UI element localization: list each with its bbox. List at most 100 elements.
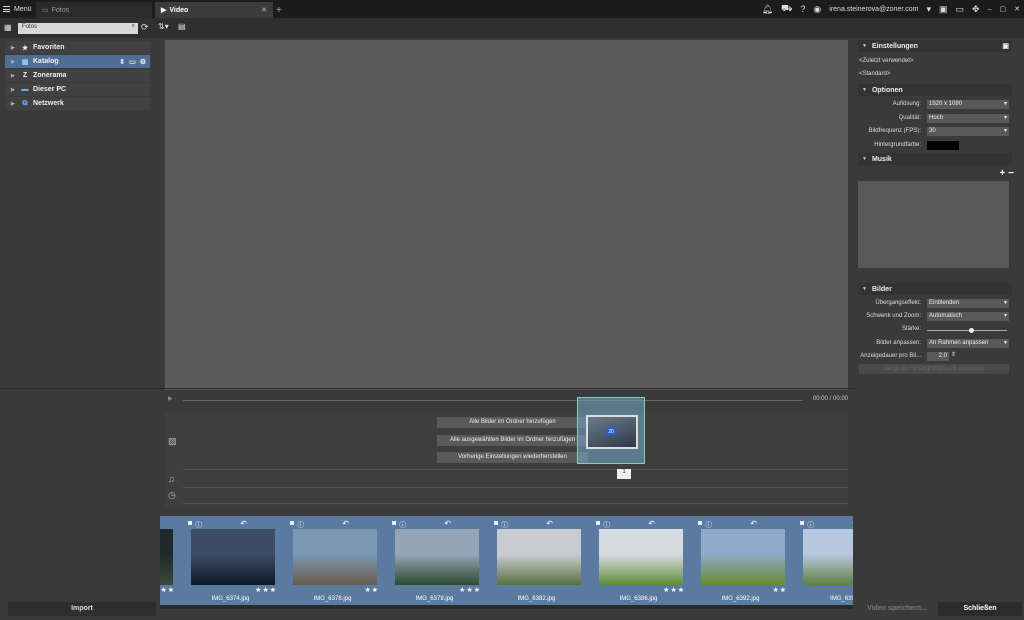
- maximize-button[interactable]: ▢: [1000, 5, 1007, 13]
- preset-recent[interactable]: <Zuletzt verwendet>: [859, 58, 913, 64]
- section-einstellungen[interactable]: ▼ Einstellungen ▣: [858, 40, 1012, 52]
- film-item[interactable]: ◙ ⓘ ↶ ★★★ IMG_6374.jpg: [180, 516, 281, 605]
- sort-icon[interactable]: ⇅▾: [158, 22, 169, 31]
- transition-select[interactable]: Einblenden: [927, 299, 1009, 308]
- fps-select[interactable]: 30: [927, 127, 1009, 136]
- caret-right-icon[interactable]: ▶: [11, 101, 17, 107]
- rating-stars[interactable]: ★★★: [459, 586, 481, 594]
- user-icon[interactable]: ◉: [813, 4, 821, 15]
- strength-slider-knob[interactable]: [968, 328, 974, 333]
- thumbnail[interactable]: [160, 529, 173, 585]
- tree-item-netzwerk[interactable]: ▶ ⧉ Netzwerk: [5, 97, 150, 110]
- folder-add-icon[interactable]: ▭: [129, 58, 136, 66]
- caret-right-icon[interactable]: ▶: [11, 45, 17, 51]
- film-item[interactable]: ◙ ⓘ ↶ ★★ IMG_6378.jpg: [282, 516, 383, 605]
- play-icon[interactable]: ▶ ◦: [168, 395, 176, 402]
- monitor-icon[interactable]: ▭: [956, 4, 965, 15]
- music-list[interactable]: [858, 181, 1009, 268]
- quality-select[interactable]: Hoch: [927, 114, 1009, 123]
- settings-icon[interactable]: ⚙: [140, 58, 146, 66]
- section-musik[interactable]: ▼ Musik: [858, 153, 1012, 165]
- filmstrip-scrollbar[interactable]: [160, 605, 853, 609]
- undo-icon[interactable]: ↶: [750, 519, 757, 528]
- user-email[interactable]: irena.steinerova@zoner.com: [829, 6, 918, 13]
- bell-icon[interactable]: 🔔︎: [762, 4, 773, 15]
- film-item[interactable]: ◙ⓘ↶★★★: [160, 516, 179, 605]
- strength-slider[interactable]: [927, 330, 1007, 331]
- rating-stars[interactable]: ★★: [772, 586, 787, 594]
- caret-down-icon[interactable]: ▼: [862, 156, 867, 162]
- film-item[interactable]: ◙ ⓘ ↶ IMG_6382.jpg: [486, 516, 587, 605]
- section-bilder[interactable]: ▼ Bilder: [858, 283, 1012, 295]
- seek-bar[interactable]: [183, 400, 803, 401]
- close-button[interactable]: Schließen: [938, 602, 1022, 616]
- film-item[interactable]: ◙ⓘ↶IMG_639: [792, 516, 853, 605]
- caret-down-icon[interactable]: ▼: [862, 43, 867, 49]
- film-item[interactable]: ◙ ⓘ ↶ ★★ IMG_6392.jpg: [690, 516, 791, 605]
- cart-icon[interactable]: ⛟: [781, 3, 792, 15]
- minimize-button[interactable]: –: [988, 6, 992, 13]
- bg-color-swatch[interactable]: [927, 141, 959, 150]
- search-input[interactable]: Fotos ⌕: [18, 23, 138, 34]
- rating-stars[interactable]: ★★★: [160, 586, 175, 594]
- pan-zoom-select[interactable]: Automatisch: [927, 312, 1009, 321]
- preset-standard[interactable]: <Standard>: [859, 71, 890, 77]
- thumbnail[interactable]: [803, 529, 853, 585]
- close-window-button[interactable]: ✕: [1014, 5, 1020, 13]
- undo-icon[interactable]: ↶: [648, 519, 655, 528]
- menu-button[interactable]: Menü: [3, 0, 32, 18]
- tab-video[interactable]: ▶ Video ✕: [155, 2, 273, 18]
- fit-select[interactable]: An Rahmen anpassen: [927, 339, 1009, 348]
- add-folder-icon[interactable]: ▤: [178, 22, 186, 31]
- duration-input[interactable]: 2,0: [927, 352, 949, 361]
- tree-item-zonerama[interactable]: ▶ Z Zonerama: [5, 69, 150, 82]
- restore-settings-button[interactable]: Vorherige Einstellungen wiederherstellen: [437, 452, 588, 463]
- stepper-icon[interactable]: ⇕: [951, 351, 956, 358]
- undo-icon[interactable]: ↶: [342, 519, 349, 528]
- caret-right-icon[interactable]: ▶: [11, 87, 17, 93]
- add-all-images-button[interactable]: Alle Bilder im Ordner hinzufügen: [437, 417, 588, 428]
- save-video-button[interactable]: Video speichern...: [858, 602, 936, 616]
- undo-icon[interactable]: ↶: [240, 519, 247, 528]
- search-icon[interactable]: ⌕: [132, 23, 135, 30]
- new-folder-icon[interactable]: ▦: [4, 23, 12, 32]
- rating-stars[interactable]: ★★: [364, 586, 379, 594]
- close-tab-icon[interactable]: ✕: [261, 6, 267, 14]
- add-tab-button[interactable]: +: [276, 2, 282, 18]
- undo-icon[interactable]: ↶: [546, 519, 553, 528]
- caret-right-icon[interactable]: ▶: [11, 73, 17, 79]
- filmstrip[interactable]: ◙ⓘ↶★★★◙ⓘ↶★★★IMG_6374.jpg◙ⓘ↶★★IMG_6378.jp…: [160, 516, 853, 605]
- tree-item-favoriten[interactable]: ▶ ★ Favoriten: [5, 41, 150, 54]
- sort-arrows-icon[interactable]: ⇕: [119, 58, 125, 66]
- chevron-down-icon[interactable]: ▾: [926, 4, 931, 15]
- add-remove-music-buttons[interactable]: + −: [1000, 168, 1014, 179]
- caret-right-icon[interactable]: ▶: [11, 59, 17, 65]
- tab-fotos[interactable]: ▭ Fotos: [36, 2, 152, 18]
- refresh-icon[interactable]: ⟳: [141, 22, 149, 33]
- thumbnail[interactable]: [599, 529, 683, 585]
- save-preset-icon[interactable]: ▣: [1002, 42, 1009, 50]
- caret-down-icon[interactable]: ▼: [862, 286, 867, 292]
- import-button[interactable]: Import: [8, 602, 156, 616]
- undo-icon[interactable]: ↶: [444, 519, 451, 528]
- add-selected-images-button[interactable]: Alle ausgewählten Bilder im Ordner hinzu…: [437, 435, 588, 446]
- thumbnail[interactable]: [293, 529, 377, 585]
- tree-item-dieser-pc[interactable]: ▶ ▬ Dieser PC: [5, 83, 150, 96]
- fullscreen-icon[interactable]: ✥: [972, 4, 980, 15]
- rating-stars[interactable]: ★★★: [663, 586, 685, 594]
- resolution-select[interactable]: 1920 x 1080: [927, 100, 1009, 109]
- film-item[interactable]: ◙ ⓘ ↶ ★★★ IMG_6379.jpg: [384, 516, 485, 605]
- help-icon[interactable]: ?: [800, 4, 805, 14]
- thumbnail[interactable]: [701, 529, 785, 585]
- film-item[interactable]: ◙ ⓘ ↶ ★★★ IMG_6386.jpg: [588, 516, 689, 605]
- caret-down-icon[interactable]: ▼: [862, 87, 867, 93]
- thumbnail[interactable]: [191, 529, 275, 585]
- section-optionen[interactable]: ▼ Optionen: [858, 84, 1012, 96]
- thumbnail[interactable]: [395, 529, 479, 585]
- layout-icon[interactable]: ▣: [939, 4, 948, 15]
- rating-stars[interactable]: ★★★: [255, 586, 277, 594]
- tree-item-katalog[interactable]: ▶ ▦ Katalog ⇕ ▭ ⚙: [5, 55, 150, 68]
- fit-to-music-button[interactable]: Längs an Hintergrundmusik anpassen: [859, 364, 1009, 374]
- undo-icon[interactable]: ↶: [852, 519, 853, 528]
- thumbnail[interactable]: [497, 529, 581, 585]
